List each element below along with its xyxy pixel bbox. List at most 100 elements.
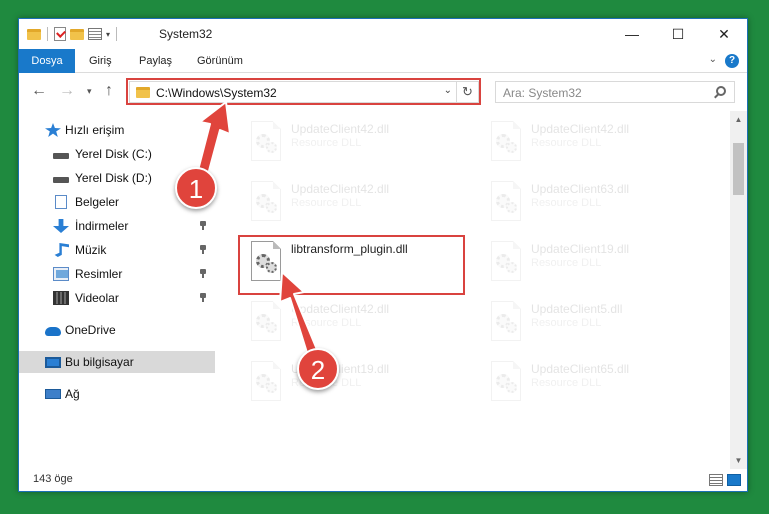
file-type: Resource DLL xyxy=(531,197,602,209)
separator xyxy=(116,27,118,41)
new-folder-icon[interactable] xyxy=(70,28,84,40)
sidebar-item-this-pc[interactable]: Bu bilgisayar xyxy=(19,351,215,373)
file-tile[interactable]: UpdateClient19.dll Resource DLL xyxy=(481,235,719,291)
drive-icon xyxy=(53,177,69,183)
search-icon[interactable] xyxy=(716,86,726,96)
close-button[interactable]: ✕ xyxy=(701,19,747,49)
file-name: UpdateClient5.dll xyxy=(531,302,623,316)
recent-locations-chevron-icon[interactable]: ▾ xyxy=(87,83,92,99)
dll-file-icon xyxy=(251,181,281,221)
file-name: UpdateClient63.dll xyxy=(531,182,630,196)
help-icon[interactable]: ? xyxy=(725,54,739,68)
ribbon-tabs: Dosya Giriş Paylaş Görünüm ⌄ ? xyxy=(19,49,747,73)
tab-file[interactable]: Dosya xyxy=(19,49,75,73)
dll-file-icon xyxy=(251,121,281,161)
title-bar: ▾ System32 — ☐ ✕ xyxy=(19,19,747,49)
scroll-up-icon[interactable]: ▲ xyxy=(730,111,747,128)
file-type: Resource DLL xyxy=(531,257,602,269)
computer-icon xyxy=(45,356,61,368)
sidebar-item-pictures[interactable]: Resimler xyxy=(19,263,215,285)
sidebar-item-quick-access[interactable]: Hızlı erişim xyxy=(19,119,215,141)
up-arrow-icon[interactable]: ↑ xyxy=(105,83,113,99)
chevron-down-icon[interactable]: ▾ xyxy=(106,30,110,39)
scroll-down-icon[interactable]: ▼ xyxy=(730,452,747,469)
large-icons-view-icon[interactable] xyxy=(727,474,741,486)
file-tile[interactable]: UpdateClient42.dll Resource DLL xyxy=(481,115,719,171)
sidebar-item-label: OneDrive xyxy=(65,323,116,337)
sidebar-item-label: Ağ xyxy=(65,387,80,401)
file-name: UpdateClient65.dll xyxy=(531,362,630,376)
file-name: UpdateClient42.dll xyxy=(291,302,390,316)
pin-icon[interactable] xyxy=(199,293,207,302)
details-view-icon[interactable] xyxy=(709,474,723,486)
vertical-scrollbar[interactable]: ▲ ▼ xyxy=(730,111,747,469)
sidebar-item-local-disk-c[interactable]: Yerel Disk (C:) xyxy=(19,143,215,165)
pin-icon[interactable] xyxy=(199,269,207,278)
dll-file-icon xyxy=(491,241,521,281)
navigation-pane: Hızlı erişim Yerel Disk (C:) Yerel Disk … xyxy=(19,111,215,461)
file-type: Resource DLL xyxy=(291,317,362,329)
properties-check-icon[interactable] xyxy=(54,27,66,41)
status-bar: 143 öge xyxy=(19,469,747,491)
sidebar-item-network[interactable]: Ağ xyxy=(19,383,215,405)
sidebar-item-label: Hızlı erişim xyxy=(65,123,125,137)
music-icon xyxy=(54,243,69,257)
file-tile[interactable]: UpdateClient42.dll Resource DLL xyxy=(241,115,479,171)
downloads-icon xyxy=(53,219,69,233)
documents-icon xyxy=(55,195,67,209)
sidebar-item-videos[interactable]: Videolar xyxy=(19,287,215,309)
sidebar-item-label: Videolar xyxy=(75,291,119,305)
file-type: Resource DLL xyxy=(531,317,602,329)
pictures-icon xyxy=(53,267,69,281)
sidebar-item-label: Bu bilgisayar xyxy=(65,355,134,369)
file-tile[interactable]: UpdateClient19.dll Resource DLL xyxy=(241,355,479,411)
sidebar-item-label: İndirmeler xyxy=(75,219,129,233)
sidebar-item-label: Resimler xyxy=(75,267,123,281)
dll-file-icon xyxy=(491,181,521,221)
customize-toolbar-icon[interactable] xyxy=(88,28,102,40)
tab-share[interactable]: Paylaş xyxy=(129,49,182,73)
minimize-button[interactable]: — xyxy=(609,19,655,49)
network-icon xyxy=(45,389,61,399)
sidebar-item-label: Yerel Disk (C:) xyxy=(75,147,152,161)
tab-view[interactable]: Görünüm xyxy=(187,49,253,73)
file-tile[interactable]: UpdateClient42.dll Resource DLL xyxy=(241,295,479,351)
separator xyxy=(47,27,48,41)
dll-file-icon xyxy=(491,121,521,161)
file-tile[interactable]: UpdateClient65.dll Resource DLL xyxy=(481,355,719,411)
pin-icon[interactable] xyxy=(199,245,207,254)
dll-file-icon xyxy=(491,361,521,401)
forward-arrow-icon[interactable]: → xyxy=(59,83,75,99)
sidebar-item-label: Belgeler xyxy=(75,195,120,209)
drive-icon xyxy=(53,153,69,159)
item-count: 143 öge xyxy=(33,473,73,485)
scrollbar-thumb[interactable] xyxy=(733,143,744,195)
window-title: System32 xyxy=(159,27,213,41)
window-controls: — ☐ ✕ xyxy=(609,19,747,49)
videos-icon xyxy=(53,291,69,305)
back-arrow-icon[interactable]: ← xyxy=(31,83,47,99)
file-tile[interactable]: UpdateClient42.dll Resource DLL xyxy=(241,175,479,231)
file-name: UpdateClient42.dll xyxy=(291,122,390,136)
sidebar-item-music[interactable]: Müzik xyxy=(19,239,215,261)
file-tile[interactable]: UpdateClient5.dll Resource DLL xyxy=(481,295,719,351)
maximize-button[interactable]: ☐ xyxy=(655,19,701,49)
sidebar-item-label: Müzik xyxy=(75,243,107,257)
file-name: UpdateClient19.dll xyxy=(531,242,630,256)
dll-file-icon xyxy=(251,301,281,341)
file-tile[interactable]: UpdateClient63.dll Resource DLL xyxy=(481,175,719,231)
pin-icon[interactable] xyxy=(199,221,207,230)
sidebar-item-downloads[interactable]: İndirmeler xyxy=(19,215,215,237)
file-name: UpdateClient42.dll xyxy=(531,122,630,136)
tab-home[interactable]: Giriş xyxy=(79,49,122,73)
expand-ribbon-icon[interactable]: ⌄ xyxy=(709,54,717,65)
sidebar-item-label: Yerel Disk (D:) xyxy=(75,171,152,185)
search-input[interactable]: Ara: System32 xyxy=(495,81,735,103)
address-highlight-box xyxy=(126,78,481,105)
sidebar-item-onedrive[interactable]: OneDrive xyxy=(19,319,215,341)
file-name: UpdateClient42.dll xyxy=(291,182,390,196)
dll-file-icon xyxy=(491,301,521,341)
file-highlight-box xyxy=(238,235,465,295)
search-placeholder: Ara: System32 xyxy=(503,86,582,100)
quick-access-toolbar: ▾ xyxy=(27,25,119,43)
